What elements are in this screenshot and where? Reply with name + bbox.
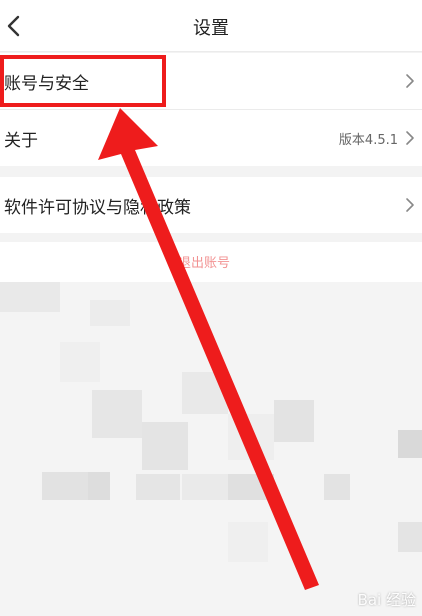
pixel-block	[90, 300, 130, 326]
pixel-block	[182, 372, 228, 414]
pixel-block	[228, 522, 268, 562]
chevron-right-icon	[406, 198, 414, 212]
logout-button[interactable]: 退出账号	[0, 242, 422, 282]
pixel-block	[182, 474, 228, 500]
settings-item-about[interactable]: 关于 版本4.5.1	[0, 110, 422, 166]
chevron-right-icon	[406, 74, 414, 88]
version-value: 版本4.5.1	[338, 133, 398, 148]
pixel-block	[228, 474, 274, 500]
pixel-block	[88, 472, 110, 500]
settings-item-label: 账号与安全	[4, 74, 89, 94]
page-title: 设置	[193, 18, 229, 39]
settings-item-label: 软件许可协议与隐私政策	[4, 198, 191, 218]
pixel-block	[398, 430, 422, 458]
pixel-block	[274, 400, 314, 442]
pixel-block	[324, 474, 350, 500]
pixel-block	[228, 414, 274, 460]
logout-label: 退出账号	[178, 256, 231, 271]
pixel-block	[42, 472, 88, 500]
watermark: Bai 经验	[357, 591, 416, 609]
pixel-block	[142, 422, 188, 470]
pixel-block	[136, 474, 180, 500]
pixelated-region	[0, 282, 422, 616]
top-bar: 设置	[0, 0, 422, 52]
pixel-block	[92, 390, 142, 438]
pixel-block	[60, 342, 100, 382]
pixel-block	[0, 282, 60, 312]
settings-item-license-privacy[interactable]: 软件许可协议与隐私政策	[0, 177, 422, 233]
pixel-block	[398, 522, 422, 552]
chevron-right-icon	[406, 131, 414, 145]
settings-item-label: 关于	[4, 131, 38, 151]
settings-item-account-security[interactable]: 账号与安全	[0, 53, 422, 109]
